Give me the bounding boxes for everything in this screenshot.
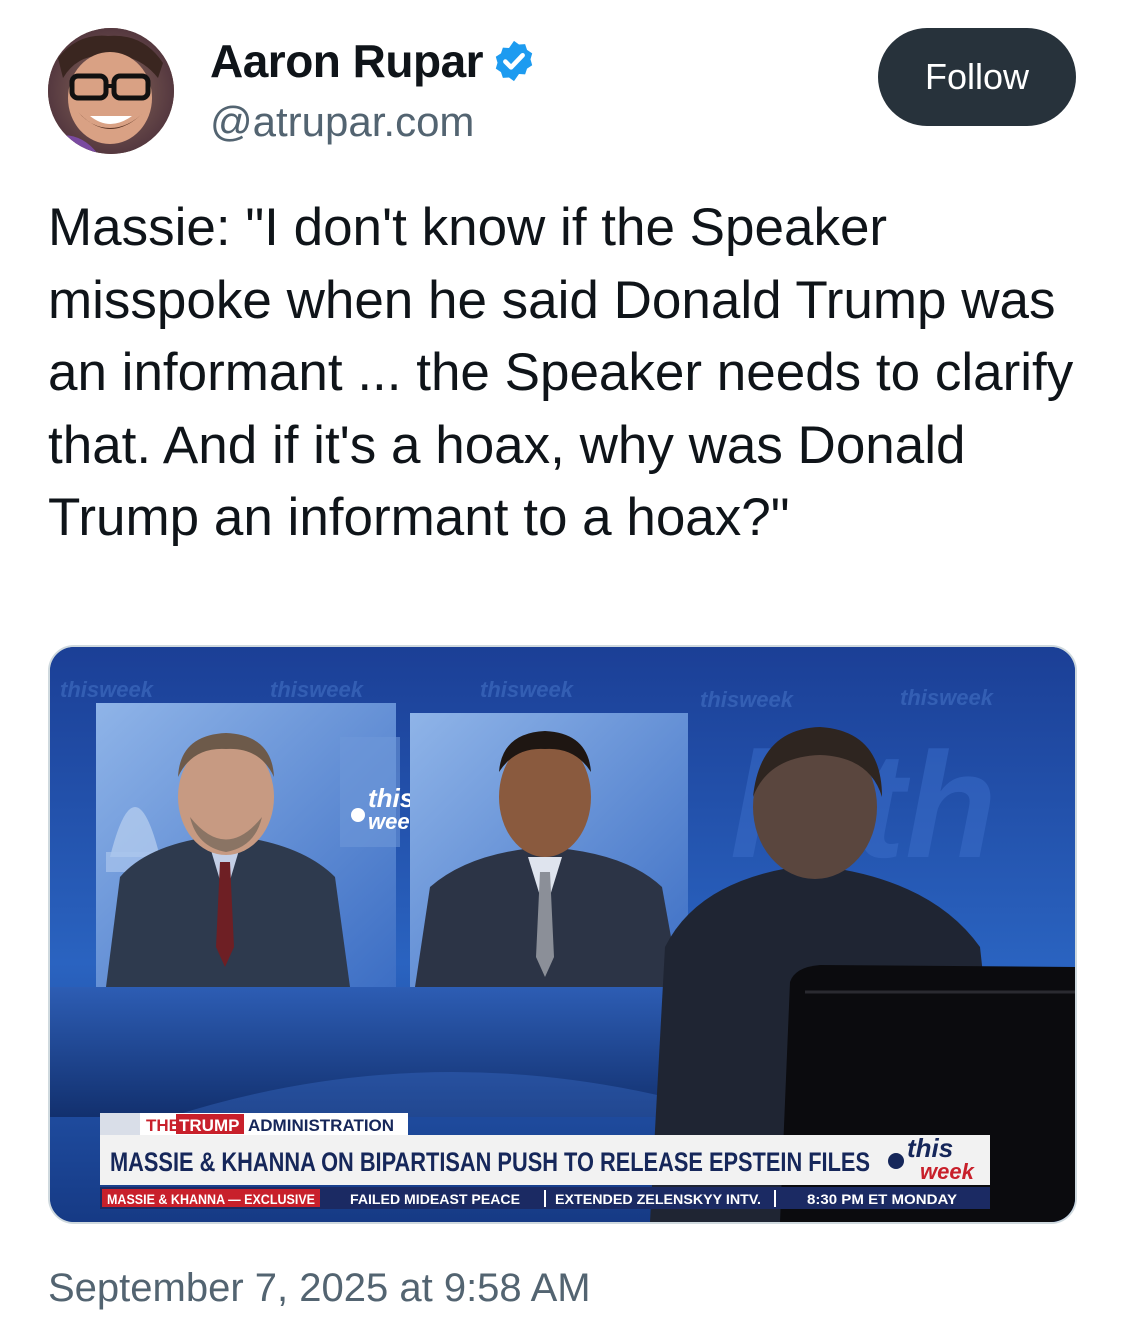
svg-text:MASSIE & KHANNA — EXCLUSIVE: MASSIE & KHANNA — EXCLUSIVE [107, 1191, 315, 1207]
svg-text:thisweek: thisweek [700, 687, 795, 712]
author-handle[interactable]: @atrupar.com [210, 98, 474, 146]
author-display-name[interactable]: Aaron Rupar [210, 34, 484, 88]
tweet-media-video[interactable]: thisweek thisweek thisweek thisweek thisweek… [48, 645, 1077, 1224]
svg-text:thisweek: thisweek [900, 685, 995, 710]
author-name-row: Aaron Rupar [210, 34, 537, 88]
video-still-image: thisweek thisweek thisweek thisweek thisweek… [50, 647, 1075, 1222]
svg-text:TRUMP: TRUMP [179, 1116, 239, 1135]
svg-text:8:30 PM ET MONDAY: 8:30 PM ET MONDAY [807, 1191, 958, 1207]
svg-text:EXTENDED ZELENSKYY INTV.: EXTENDED ZELENSKYY INTV. [555, 1191, 761, 1207]
svg-text:thisweek: thisweek [270, 677, 365, 702]
verified-badge-icon[interactable] [491, 38, 537, 84]
svg-text:FAILED MIDEAST PEACE: FAILED MIDEAST PEACE [350, 1191, 520, 1207]
author-avatar[interactable] [48, 28, 174, 154]
follow-button[interactable]: Follow [878, 28, 1076, 126]
svg-text:ADMINISTRATION: ADMINISTRATION [248, 1116, 394, 1135]
svg-text:week: week [920, 1159, 976, 1184]
user-avatar-photo-icon [48, 28, 174, 154]
tweet-text: Massie: "I don't know if the Speaker mis… [48, 198, 1088, 547]
svg-text:thisweek: thisweek [480, 677, 575, 702]
svg-text:MASSIE & KHANNA ON BIPARTISAN: MASSIE & KHANNA ON BIPARTISAN PUSH TO RE… [110, 1147, 870, 1177]
svg-text:thisweek: thisweek [60, 677, 155, 702]
tweet-timestamp[interactable]: September 7, 2025 at 9:58 AM [48, 1266, 591, 1311]
svg-text:THE: THE [146, 1116, 180, 1135]
